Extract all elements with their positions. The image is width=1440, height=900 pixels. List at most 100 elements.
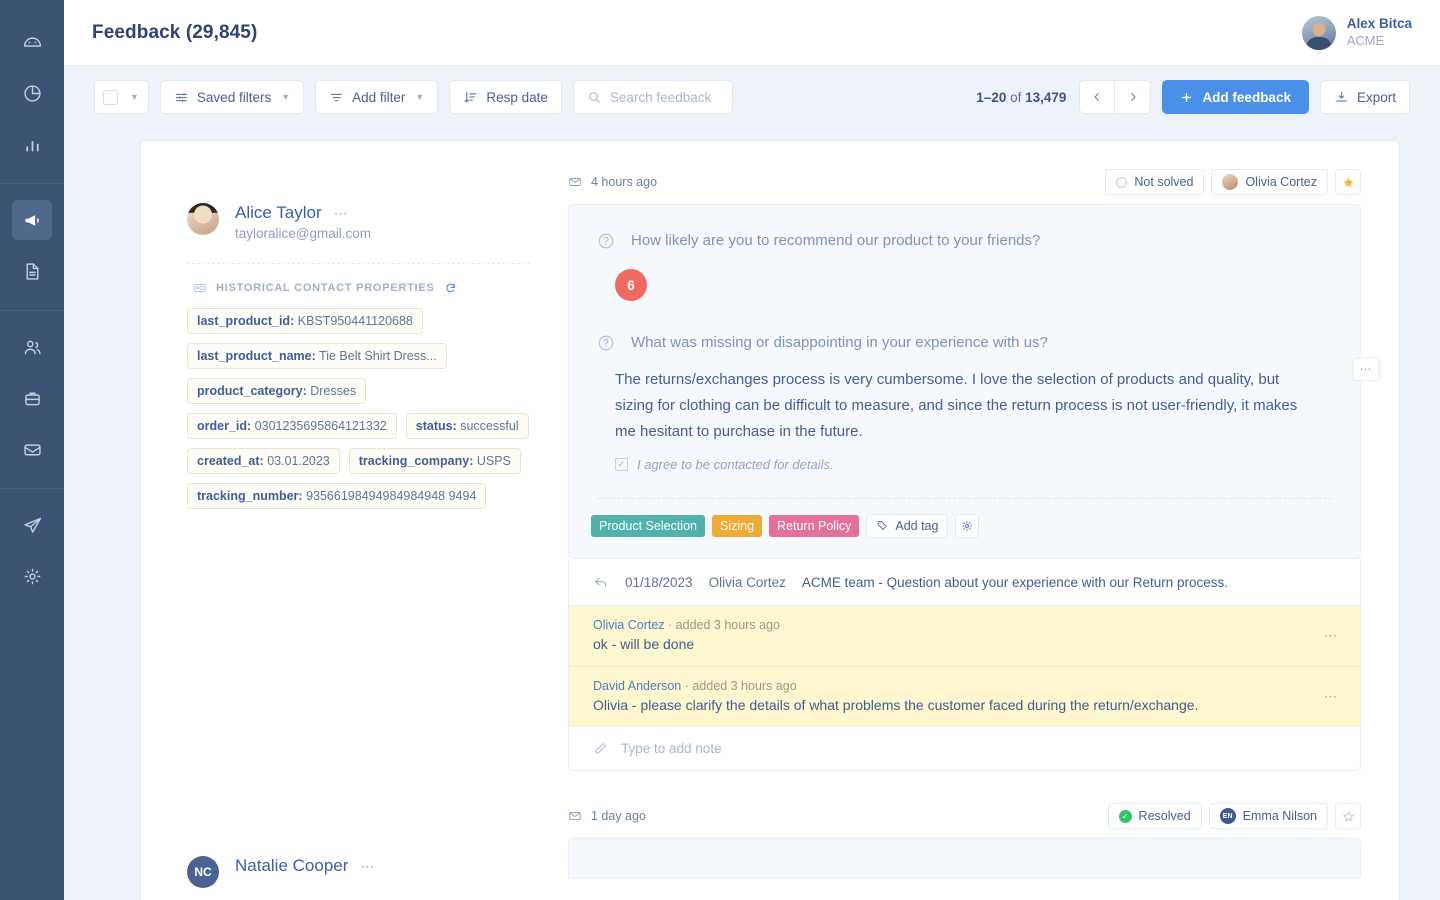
tag-list: Product Selection Sizing Return Policy A… — [569, 499, 1360, 558]
answer-more-icon[interactable]: ⋯ — [1352, 357, 1380, 381]
select-all-checkbox[interactable] — [103, 89, 118, 105]
consent-label: I agree to be contacted for details. — [637, 457, 834, 473]
note-item: Olivia Cortez · added 3 hours ago ok - w… — [568, 606, 1361, 667]
next-contact-header: NC Natalie Cooper ⋯ — [187, 856, 530, 888]
status-circle-icon — [1116, 176, 1128, 188]
sidebar-divider — [0, 183, 64, 184]
status-label: Not solved — [1134, 175, 1194, 189]
gauge-icon — [23, 37, 41, 47]
note-meta: Olivia Cortez · added 3 hours ago — [593, 618, 1336, 632]
export-button[interactable]: Export — [1319, 80, 1410, 114]
tag-settings-button[interactable] — [955, 514, 980, 539]
pagination-count: 1–20 of 13,479 — [976, 90, 1066, 105]
prev-page-button[interactable] — [1079, 80, 1116, 114]
consent-checkbox[interactable]: ✓ — [615, 458, 628, 472]
property-value: KBST950441120688 — [297, 314, 413, 328]
note-author[interactable]: David Anderson — [593, 679, 681, 693]
contact-property: last_product_id: KBST950441120688 — [187, 308, 423, 334]
sidebar-item-analytics[interactable] — [12, 73, 52, 113]
note-text: Olivia - please clarify the details of w… — [593, 697, 1199, 714]
user-name: Alex Bitca — [1346, 15, 1412, 31]
sidebar-item-reports[interactable] — [12, 124, 52, 164]
sort-descending-icon — [464, 91, 478, 102]
contact-divider — [187, 263, 530, 264]
properties-header-label: HISTORICAL CONTACT PROPERTIES — [216, 282, 435, 294]
feedback-panel: 4 hours ago Not solved Olivia Cortez ⋯ H… — [556, 141, 1399, 900]
pagination-of: of — [1010, 89, 1022, 105]
search-input[interactable]: Search feedback — [572, 80, 733, 114]
next-assignee-badge[interactable]: EN Emma Nilson — [1208, 803, 1328, 830]
property-key: created_at: — [197, 454, 264, 468]
contact-property: tracking_company: USPS — [348, 448, 521, 474]
sort-label: Resp date — [486, 89, 548, 105]
pie-chart-icon — [23, 84, 41, 102]
next-status-badge[interactable]: ✓ Resolved — [1107, 803, 1202, 830]
paper-plane-icon — [23, 517, 41, 533]
contact-properties-list: last_product_id: KBST950441120688 last_p… — [187, 308, 530, 509]
note-author[interactable]: Olivia Cortez — [593, 618, 665, 632]
sidebar-item-feedback[interactable] — [12, 200, 52, 240]
megaphone-icon — [25, 214, 39, 226]
add-tag-button[interactable]: Add tag — [866, 514, 949, 539]
search-icon — [589, 91, 600, 103]
tag[interactable]: Product Selection — [591, 515, 705, 538]
property-value: 03.01.2023 — [267, 454, 330, 468]
sidebar-divider-3 — [0, 488, 64, 489]
add-tag-label: Add tag — [895, 519, 939, 534]
sidebar-item-companies[interactable] — [12, 378, 52, 418]
favorite-button[interactable] — [1335, 169, 1361, 195]
property-key: last_product_id: — [197, 314, 295, 328]
sidebar-item-documents[interactable] — [12, 251, 52, 291]
next-favorite-button[interactable] — [1335, 803, 1361, 830]
tag[interactable]: Sizing — [711, 515, 763, 538]
property-key: tracking_company: — [358, 454, 474, 468]
note-more-icon[interactable]: ⋯ — [1324, 628, 1338, 644]
next-page-button[interactable] — [1115, 80, 1152, 114]
contact-property: last_product_name: Tie Belt Shirt Dress.… — [187, 343, 447, 369]
status-badge[interactable]: Not solved — [1105, 169, 1205, 195]
content-area: Alice Taylor ⋯ tayloralice@gmail.com HIS… — [64, 128, 1440, 900]
chevron-left-icon — [1094, 92, 1100, 102]
gear-icon — [24, 568, 40, 584]
sidebar-item-campaigns[interactable] — [12, 505, 52, 545]
select-all-dropdown[interactable]: ▼ — [94, 80, 149, 114]
add-note-input[interactable]: Type to add note — [568, 727, 1361, 772]
next-status-label: Resolved — [1138, 809, 1191, 824]
property-value: 93566198494984984948 9494 — [306, 489, 477, 503]
contact-more-icon[interactable]: ⋯ — [334, 205, 350, 222]
next-contact-more-icon[interactable]: ⋯ — [360, 858, 376, 875]
refresh-icon — [445, 283, 455, 292]
property-key: order_id: — [197, 419, 252, 433]
next-contact-name[interactable]: Natalie Cooper — [235, 856, 348, 876]
user-menu[interactable]: Alex Bitca ACME — [1301, 15, 1412, 50]
tag-icon — [878, 521, 888, 531]
next-feedback-timestamp: 1 day ago — [591, 809, 646, 824]
download-icon — [1336, 91, 1347, 101]
next-contact-avatar: NC — [187, 856, 219, 888]
sidebar-item-dashboard[interactable] — [12, 22, 52, 62]
contact-avatar — [187, 203, 219, 235]
sidebar-item-contacts[interactable] — [12, 327, 52, 367]
add-filter-button[interactable]: Add filter ▼ — [315, 80, 439, 114]
chevron-down-icon: ▼ — [415, 92, 425, 102]
page-header: Feedback (29,845) Alex Bitca ACME — [64, 0, 1440, 66]
tag[interactable]: Return Policy — [769, 515, 860, 538]
sort-button[interactable]: Resp date — [449, 80, 562, 114]
question-mark-icon — [597, 334, 615, 357]
pagination-total: 13,479 — [1025, 89, 1067, 105]
reply-icon — [595, 578, 607, 588]
assignee-badge[interactable]: Olivia Cortez — [1211, 169, 1328, 195]
add-feedback-button[interactable]: Add feedback — [1162, 80, 1309, 114]
contact-name[interactable]: Alice Taylor — [235, 203, 322, 223]
briefcase-icon — [24, 392, 40, 405]
sidebar-item-settings[interactable] — [12, 556, 52, 596]
saved-filters-button[interactable]: Saved filters ▼ — [159, 80, 305, 114]
reply-row[interactable]: 01/18/2023 Olivia Cortez ACME team - Que… — [568, 559, 1361, 607]
pagination-controls — [1079, 80, 1152, 114]
id-card-icon — [194, 283, 206, 293]
note-more-icon[interactable]: ⋯ — [1324, 689, 1338, 705]
filter-icon — [331, 93, 343, 101]
contact-property: created_at: 03.01.2023 — [187, 448, 340, 474]
search-placeholder: Search feedback — [609, 89, 712, 105]
sidebar-item-inbox[interactable] — [12, 429, 52, 469]
